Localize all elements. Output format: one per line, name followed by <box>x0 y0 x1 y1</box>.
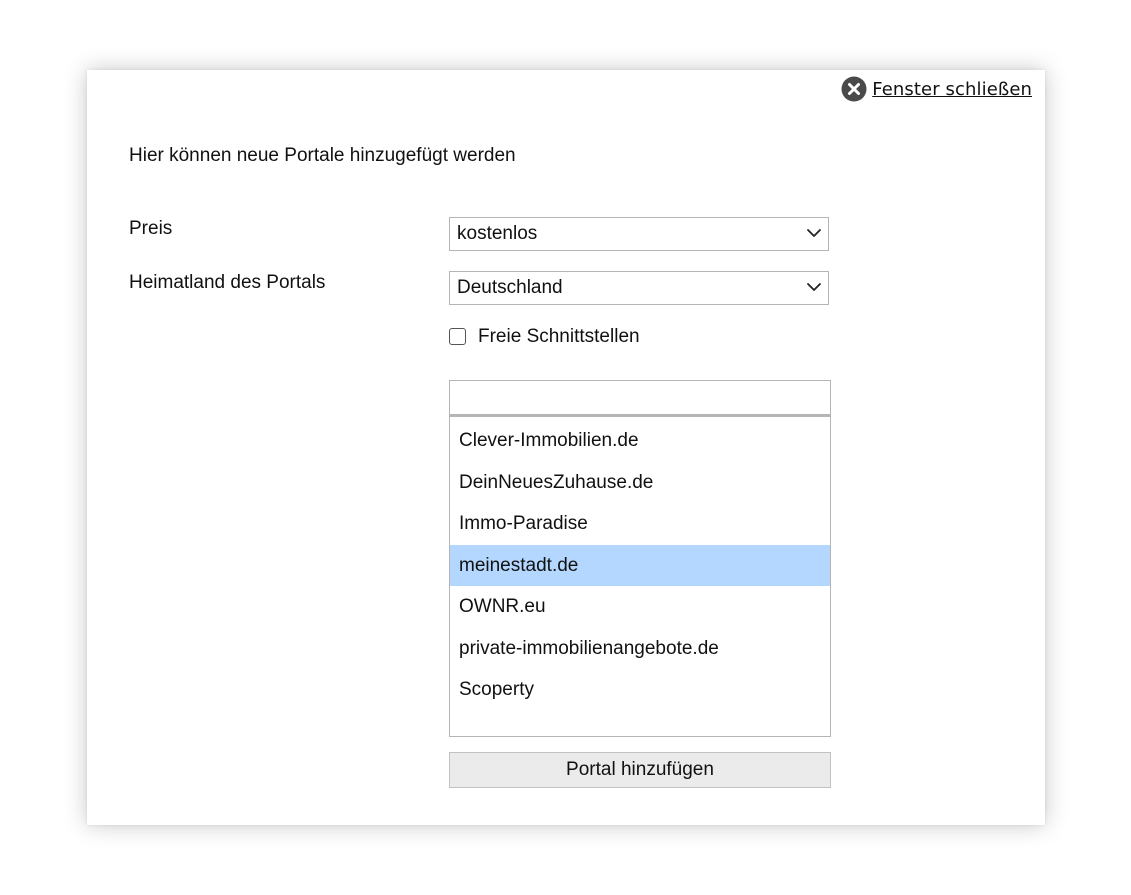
close-window-label[interactable]: Fenster schließen <box>872 79 1032 100</box>
free-interfaces-label[interactable]: Freie Schnittstellen <box>478 326 640 348</box>
close-window-link[interactable]: Fenster schließen <box>841 76 1032 102</box>
portal-list-item[interactable]: OWNR.eu <box>450 586 830 628</box>
chevron-down-icon <box>807 283 821 291</box>
country-label: Heimatland des Portals <box>129 272 326 293</box>
portal-list-item[interactable]: private-immobilienangebote.de <box>450 628 830 670</box>
portal-list-item[interactable]: Clever-Immobilien.de <box>450 420 830 462</box>
portal-list-item[interactable]: DeinNeuesZuhause.de <box>450 462 830 504</box>
portal-list-item[interactable]: Scoperty <box>450 669 830 711</box>
portal-list-item[interactable]: meinestadt.de <box>450 544 830 586</box>
free-interfaces-row: Freie Schnittstellen <box>449 326 640 348</box>
add-portal-dialog: Fenster schließen Hier können neue Porta… <box>87 70 1045 825</box>
country-select[interactable]: Deutschland <box>449 271 829 305</box>
intro-text: Hier können neue Portale hinzugefügt wer… <box>129 145 516 166</box>
free-interfaces-checkbox[interactable] <box>449 327 466 345</box>
country-select-value: Deutschland <box>457 277 563 298</box>
close-circle-icon[interactable] <box>841 76 867 102</box>
portal-listbox[interactable]: Clever-Immobilien.de DeinNeuesZuhause.de I… <box>449 417 831 737</box>
chevron-down-icon <box>807 229 821 237</box>
portal-list-item[interactable]: Immo-Paradise <box>450 503 830 545</box>
portal-filter-input[interactable] <box>449 380 831 417</box>
price-select-value: kostenlos <box>457 223 538 244</box>
add-portal-button[interactable]: Portal hinzufügen <box>449 752 831 788</box>
price-label: Preis <box>129 218 173 239</box>
price-select[interactable]: kostenlos <box>449 217 829 251</box>
